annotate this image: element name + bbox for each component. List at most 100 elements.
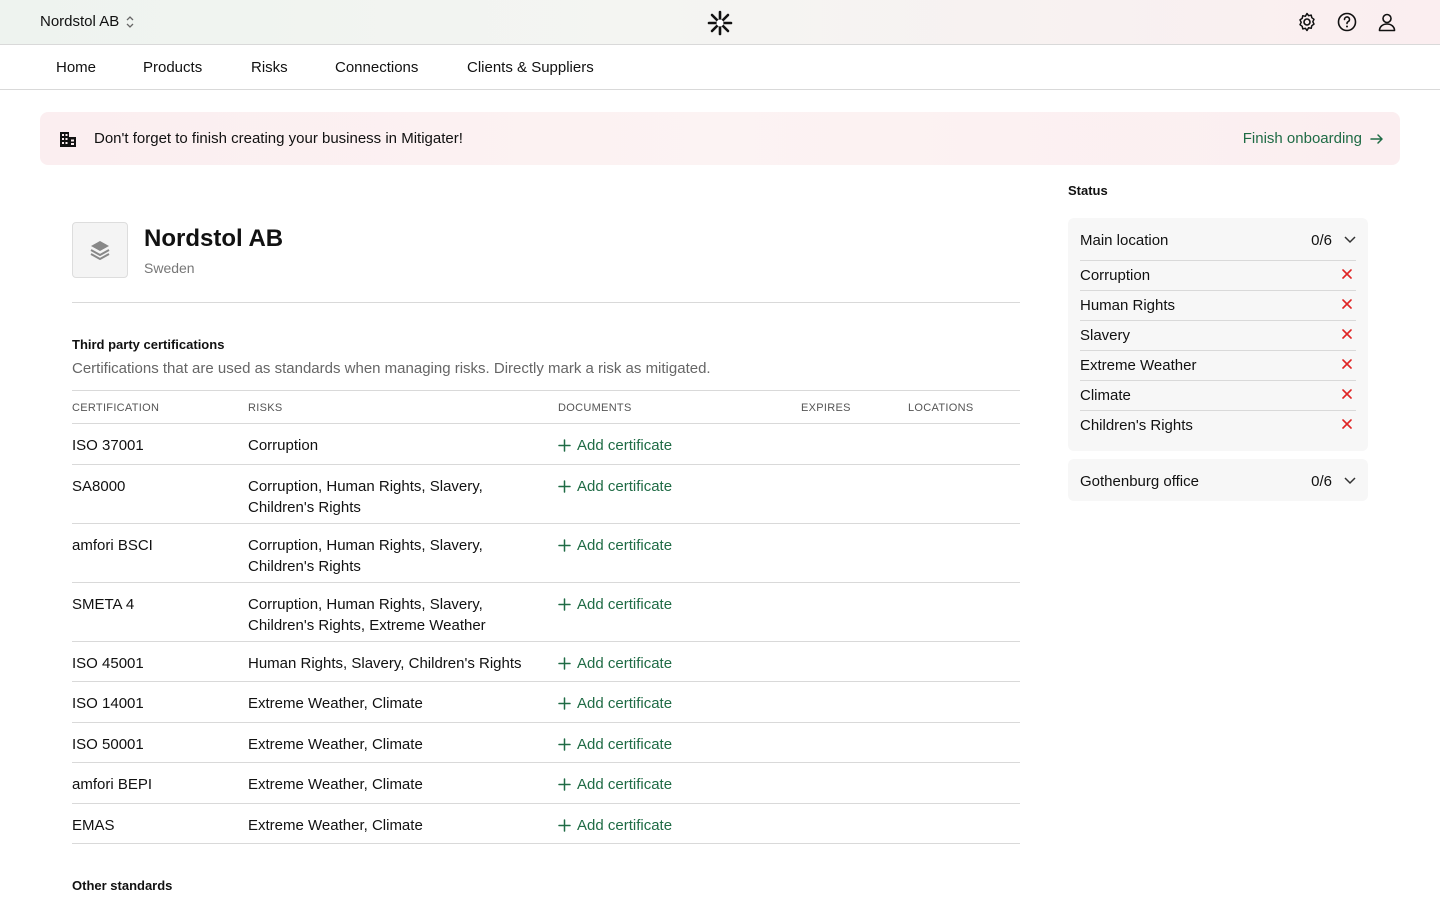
main-nav: Home Products Risks Connections Clients … <box>0 45 1440 90</box>
table-row: amfori BSCI Corruption, Human Rights, Sla… <box>72 524 1020 583</box>
cert-risks: Human Rights, Slavery, Children's Rights <box>248 655 522 672</box>
add-certificate-label: Add certificate <box>577 817 673 834</box>
plus-icon <box>558 738 571 751</box>
add-certificate-button[interactable]: Add certificate <box>558 476 672 497</box>
user-icon[interactable] <box>1376 11 1398 33</box>
add-certificate-label: Add certificate <box>577 695 673 712</box>
table-row: amfori BEPI Extreme Weather, Climate Add c… <box>72 763 1020 804</box>
close-icon <box>1342 419 1352 429</box>
mitigater-logo-icon[interactable] <box>706 9 734 37</box>
banner-text: Don't forget to finish creating your bus… <box>94 130 463 147</box>
cert-risks: Extreme Weather, Climate <box>248 776 423 793</box>
location-header[interactable]: Gothenburg office 0/6 <box>1068 459 1368 501</box>
settings-icon[interactable] <box>1296 11 1318 33</box>
cert-risks: Corruption <box>248 437 319 454</box>
cert-name: ISO 45001 <box>72 655 144 672</box>
nav-home[interactable]: Home <box>56 59 96 76</box>
plus-icon <box>558 778 571 791</box>
building-icon <box>60 132 76 147</box>
company-name: Nordstol AB <box>144 225 284 252</box>
other-standards-title: Other standards <box>72 878 173 893</box>
cert-name: ISO 37001 <box>72 437 144 454</box>
finish-onboarding-link[interactable]: Finish onboarding <box>1243 130 1384 147</box>
chevron-up-down-icon <box>126 15 134 28</box>
add-certificate-button[interactable]: Add certificate <box>558 734 672 755</box>
layers-icon <box>90 241 110 260</box>
table-row: SMETA 4 Corruption, Human Rights, Slavery… <box>72 583 1020 642</box>
risk-label: Extreme Weather <box>1080 357 1197 374</box>
chevron-down-icon <box>1344 236 1356 244</box>
col-locations[interactable]: LOCATIONS <box>908 402 973 414</box>
close-icon <box>1342 359 1352 369</box>
org-switcher[interactable]: Nordstol AB <box>40 13 135 30</box>
col-documents[interactable]: DOCUMENTS <box>558 402 632 414</box>
cert-name: SMETA 4 <box>72 596 135 613</box>
status-title: Status <box>1068 183 1108 198</box>
nav-products[interactable]: Products <box>143 59 202 76</box>
add-certificate-label: Add certificate <box>577 596 673 613</box>
plus-icon <box>558 819 571 832</box>
onboarding-banner: Don't forget to finish creating your bus… <box>40 112 1400 165</box>
cert-risks: Extreme Weather, Climate <box>248 817 423 834</box>
company-country: Sweden <box>144 260 195 276</box>
cert-name: amfori BEPI <box>72 776 153 793</box>
location-name: Main location <box>1080 232 1169 249</box>
location-name: Gothenburg office <box>1080 473 1199 490</box>
cert-risks: Extreme Weather, Climate <box>248 736 423 753</box>
table-row: ISO 50001 Extreme Weather, Climate Add cer… <box>72 723 1020 763</box>
location-count: 0/6 <box>1311 232 1332 249</box>
cert-name: SA8000 <box>72 478 126 495</box>
close-icon <box>1342 269 1352 279</box>
add-certificate-button[interactable]: Add certificate <box>558 594 672 615</box>
cert-risks: Corruption, Human Rights, Slavery, Child… <box>248 478 483 516</box>
add-certificate-label: Add certificate <box>577 736 673 753</box>
help-icon[interactable] <box>1336 11 1358 33</box>
nav-risks[interactable]: Risks <box>251 59 288 76</box>
risk-label: Corruption <box>1080 267 1151 284</box>
location-card-main: Main location 0/6 Corruption Human Rights… <box>1068 218 1368 451</box>
add-certificate-label: Add certificate <box>577 776 673 793</box>
location-risk-item: Human Rights <box>1080 291 1356 321</box>
add-certificate-button[interactable]: Add certificate <box>558 535 672 556</box>
certifications-table: CERTIFICATION RISKS DOCUMENTS EXPIRES LO… <box>72 390 1020 844</box>
plus-icon <box>558 480 571 493</box>
col-expires[interactable]: EXPIRES <box>801 402 851 414</box>
add-certificate-button[interactable]: Add certificate <box>558 815 672 836</box>
finish-onboarding-label: Finish onboarding <box>1242 130 1362 147</box>
table-row: ISO 45001 Human Rights, Slavery, Children… <box>72 642 1020 682</box>
plus-icon <box>558 539 571 552</box>
nav-clients-suppliers[interactable]: Clients & Suppliers <box>467 59 594 76</box>
cert-name: amfori BSCI <box>72 537 153 554</box>
org-switcher-label: Nordstol AB <box>40 13 120 30</box>
add-certificate-button[interactable]: Add certificate <box>558 653 672 674</box>
section-divider <box>72 302 1020 303</box>
risk-label: Children's Rights <box>1080 417 1193 434</box>
location-risk-item: Extreme Weather <box>1080 351 1356 381</box>
col-certification[interactable]: CERTIFICATION <box>72 402 159 414</box>
close-icon <box>1342 299 1352 309</box>
certifications-title: Third party certifications <box>72 337 225 352</box>
plus-icon <box>558 697 571 710</box>
plus-icon <box>558 598 571 611</box>
location-risk-item: Children's Rights <box>1080 411 1356 441</box>
col-risks[interactable]: RISKS <box>248 402 283 414</box>
table-row: ISO 14001 Extreme Weather, Climate Add cer… <box>72 682 1020 723</box>
cert-name: ISO 14001 <box>72 695 144 712</box>
add-certificate-button[interactable]: Add certificate <box>558 774 672 795</box>
nav-connections[interactable]: Connections <box>335 59 418 76</box>
chevron-down-icon <box>1344 477 1356 485</box>
company-avatar[interactable] <box>72 222 128 278</box>
add-certificate-label: Add certificate <box>577 537 673 554</box>
add-certificate-label: Add certificate <box>577 655 673 672</box>
cert-risks: Corruption, Human Rights, Slavery, Child… <box>248 596 486 634</box>
add-certificate-button[interactable]: Add certificate <box>558 435 672 456</box>
certifications-description: Certifications that are used as standard… <box>72 360 711 377</box>
risk-label: Slavery <box>1080 327 1131 344</box>
add-certificate-label: Add certificate <box>577 478 673 495</box>
table-header: CERTIFICATION RISKS DOCUMENTS EXPIRES LO… <box>72 390 1020 424</box>
add-certificate-button[interactable]: Add certificate <box>558 693 672 714</box>
location-header[interactable]: Main location 0/6 <box>1068 218 1368 260</box>
plus-icon <box>558 439 571 452</box>
location-count: 0/6 <box>1311 473 1332 490</box>
arrow-right-icon <box>1370 133 1383 144</box>
